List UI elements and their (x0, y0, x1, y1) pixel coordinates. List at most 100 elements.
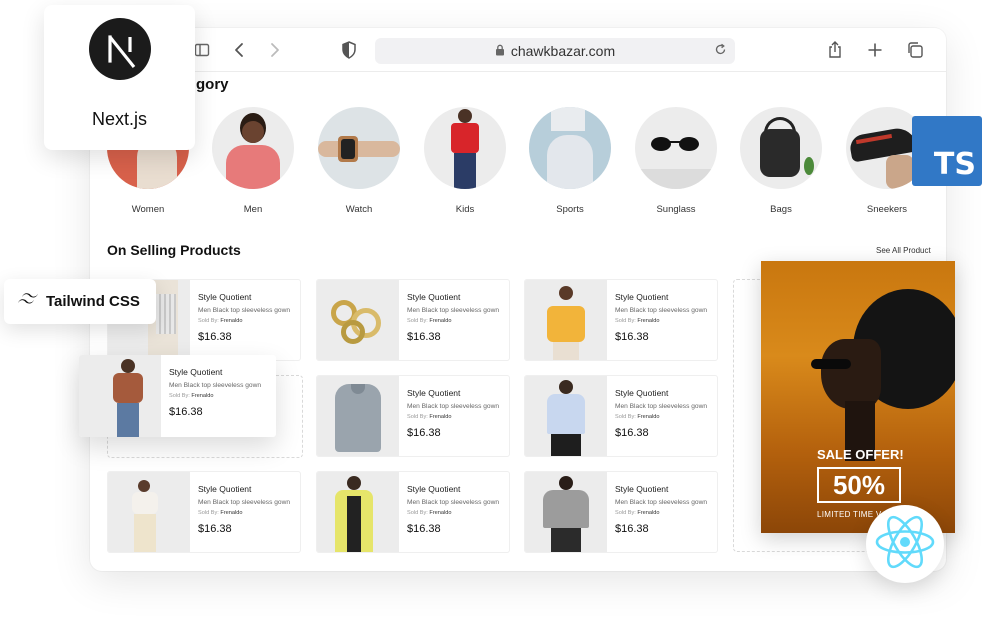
tailwind-badge: Tailwind CSS (4, 279, 156, 324)
browser-toolbar: chawkbazar.com (90, 28, 946, 72)
nextjs-label: Next.js (91, 109, 147, 129)
sold-by-label: Sold By: (407, 414, 428, 420)
seller-name: Frenaldo (637, 510, 660, 516)
product-image (525, 472, 607, 552)
sold-by-label: Sold By: (615, 510, 636, 516)
product-brand: Style Quotient (615, 388, 669, 398)
product-price: $16.38 (615, 331, 649, 343)
product-seller: Sold By: Frenaldo (615, 318, 715, 324)
section-title: On Selling Products (107, 242, 241, 258)
product-seller: Sold By: Frenaldo (407, 510, 507, 516)
seller-name: Frenaldo (637, 318, 660, 324)
product-price: $16.38 (169, 406, 203, 418)
product-price: $16.38 (407, 523, 441, 535)
product-seller: Sold By: Frenaldo (615, 414, 715, 420)
forward-icon[interactable] (264, 40, 284, 60)
category-kids[interactable]: Kids (424, 107, 506, 215)
tailwind-logo-icon (16, 292, 40, 311)
category-label: Sunglass (656, 204, 696, 215)
product-image (317, 376, 399, 456)
category-image (635, 107, 717, 189)
share-icon[interactable] (825, 40, 845, 60)
category-sports[interactable]: Sports (529, 107, 611, 215)
product-seller: Sold By: Frenaldo (169, 393, 269, 399)
seller-name: Frenaldo (429, 510, 452, 516)
react-logo-icon (873, 513, 937, 576)
category-label: Sports (556, 204, 584, 215)
product-brand: Style Quotient (169, 367, 223, 377)
sold-by-label: Sold By: (198, 318, 219, 324)
product-info: Style Quotient Men Black top sleeveless … (407, 388, 507, 439)
category-image (740, 107, 822, 189)
product-card[interactable]: Style Quotient Men Black top sleeveless … (524, 279, 718, 361)
nextjs-logo-icon (89, 18, 151, 80)
product-price: $16.38 (407, 331, 441, 343)
product-brand: Style Quotient (407, 484, 461, 494)
product-info: Style Quotient Men Black top sleeveless … (615, 388, 715, 439)
sold-by-label: Sold By: (407, 510, 428, 516)
product-info: Style Quotient Men Black top sleeveless … (615, 484, 715, 535)
product-card[interactable]: Style Quotient Men Black top sleeveless … (316, 375, 510, 457)
category-image (212, 107, 294, 189)
product-card[interactable]: Style Quotient Men Black top sleeveless … (316, 471, 510, 553)
product-seller: Sold By: Frenaldo (615, 510, 715, 516)
typescript-badge: TS (912, 116, 982, 186)
tabs-overview-icon[interactable] (905, 40, 925, 60)
seller-name: Frenaldo (429, 414, 452, 420)
category-title: gory (196, 76, 229, 93)
product-brand: Style Quotient (407, 292, 461, 302)
product-price: $16.38 (407, 427, 441, 439)
dragged-product-card[interactable]: Style Quotient Men Black top sleeveless … (79, 355, 276, 437)
product-price: $16.38 (198, 523, 232, 535)
sale-banner[interactable]: SALE OFFER! 50% LIMITED TIME V (761, 261, 955, 533)
product-description: Men Black top sleeveless gown (198, 307, 290, 314)
category-image (529, 107, 611, 189)
product-description: Men Black top sleeveless gown (615, 499, 707, 506)
product-image (317, 280, 399, 360)
category-sunglass[interactable]: Sunglass (635, 107, 717, 215)
product-card[interactable]: Style Quotient Men Black top sleeveless … (316, 279, 510, 361)
product-seller: Sold By: Frenaldo (407, 414, 507, 420)
react-badge (866, 505, 944, 583)
product-seller: Sold By: Frenaldo (407, 318, 507, 324)
category-watch[interactable]: Watch (318, 107, 400, 215)
product-description: Men Black top sleeveless gown (615, 307, 707, 314)
reload-icon[interactable] (714, 43, 727, 59)
banner-discount: 50% (817, 467, 901, 503)
see-all-link[interactable]: See All Product (876, 246, 931, 255)
product-card[interactable]: Style Quotient Men Black top sleeveless … (107, 471, 301, 553)
product-info: Style Quotient Men Black top sleeveless … (198, 484, 298, 535)
sold-by-label: Sold By: (407, 318, 428, 324)
category-image (318, 107, 400, 189)
url-text: chawkbazar.com (510, 43, 616, 59)
typescript-label: TS (933, 147, 976, 182)
product-brand: Style Quotient (198, 484, 252, 494)
category-men[interactable]: Men (212, 107, 294, 215)
product-info: Style Quotient Men Black top sleeveless … (615, 292, 715, 343)
category-label: Watch (345, 204, 373, 215)
banner-sunglasses (811, 359, 851, 369)
product-image (317, 472, 399, 552)
seller-name: Frenaldo (220, 510, 243, 516)
category-image (424, 107, 506, 189)
banner-subtitle: LIMITED TIME V (817, 510, 882, 519)
product-image (525, 280, 607, 360)
category-label: Kids (455, 204, 475, 215)
product-description: Men Black top sleeveless gown (169, 382, 261, 389)
product-description: Men Black top sleeveless gown (615, 403, 707, 410)
product-image (108, 472, 190, 552)
sidebar-icon[interactable] (192, 40, 212, 60)
new-tab-icon[interactable] (865, 40, 885, 60)
sold-by-label: Sold By: (615, 318, 636, 324)
product-card[interactable]: Style Quotient Men Black top sleeveless … (524, 375, 718, 457)
product-brand: Style Quotient (198, 292, 252, 302)
address-bar[interactable]: chawkbazar.com (375, 38, 735, 64)
sold-by-label: Sold By: (615, 414, 636, 420)
seller-name: Frenaldo (637, 414, 660, 420)
category-label: Bags (770, 204, 792, 215)
privacy-shield-icon[interactable] (339, 40, 359, 60)
back-icon[interactable] (230, 40, 250, 60)
product-card[interactable]: Style Quotient Men Black top sleeveless … (524, 471, 718, 553)
product-brand: Style Quotient (407, 388, 461, 398)
category-bags[interactable]: Bags (740, 107, 822, 215)
